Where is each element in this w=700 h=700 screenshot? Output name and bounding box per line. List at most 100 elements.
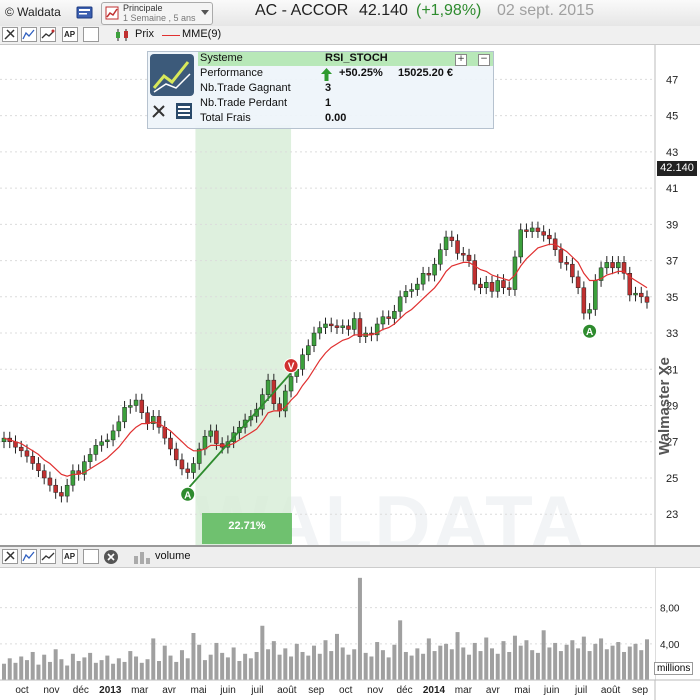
x-tick-label: avr (486, 685, 501, 696)
volume-bar (30, 651, 35, 680)
volume-bar (541, 630, 546, 680)
candle-body (409, 289, 414, 292)
candle-body (317, 327, 323, 334)
x-tick-label: déc (397, 685, 413, 696)
candle-body (311, 332, 317, 346)
volume-bar (501, 641, 506, 680)
candle-body (162, 426, 167, 439)
candle-body (478, 283, 483, 289)
y-tick-label: 25 (666, 473, 678, 485)
volume-bar (76, 661, 81, 680)
collapse-button[interactable]: − (478, 54, 490, 66)
candle-body (581, 287, 587, 314)
volume-bar (179, 650, 184, 680)
x-tick-label: nov (43, 685, 59, 696)
volume-bar (616, 642, 621, 680)
candle-body (30, 455, 35, 464)
candle-body (145, 412, 150, 424)
volume-bar (93, 662, 98, 680)
system-header-value: RSI_STOCH (325, 52, 388, 64)
vol-cursor-icon[interactable] (2, 549, 18, 564)
volume-bar (191, 632, 196, 680)
y-tick-label: 35 (666, 292, 678, 304)
candle-body (575, 276, 581, 289)
volume-bar (174, 661, 179, 680)
candle-body (110, 430, 116, 441)
volume-bar (507, 651, 512, 680)
total-fees-label: Total Frais (200, 112, 251, 124)
volume-bar (231, 647, 236, 680)
candle-body (501, 280, 506, 289)
volume-bar (283, 648, 288, 680)
list-icon[interactable] (175, 102, 193, 120)
candle-body (380, 316, 386, 325)
candle-body (403, 291, 409, 298)
losing-trades-value: 1 (325, 97, 332, 109)
y-tick-label: 47 (666, 74, 678, 86)
volume-bar (271, 641, 276, 680)
volume-bar (134, 656, 139, 680)
volume-bar (260, 625, 265, 680)
candle-body (472, 260, 478, 285)
candle-body (449, 236, 455, 241)
volume-bar (214, 642, 219, 680)
expand-button[interactable]: + (455, 54, 467, 66)
candle-body (59, 492, 64, 497)
close-icon[interactable] (103, 549, 119, 565)
volume-bar (346, 654, 351, 680)
volume-bar (438, 645, 443, 680)
x-tick-label: août (601, 685, 621, 696)
volume-bar (306, 655, 311, 680)
candle-body (392, 311, 397, 319)
candle-body (323, 323, 328, 328)
volume-bar (421, 653, 426, 680)
trade-performance-label: 22.71% (228, 520, 266, 532)
volume-bar (455, 632, 460, 680)
y-tick-label: 37 (666, 256, 678, 268)
vol-trend-icon[interactable] (40, 549, 56, 564)
volume-bar (248, 658, 253, 680)
volume-bar (128, 651, 133, 680)
volume-bar (639, 650, 644, 680)
walmaster-watermark: Walmaster Xe (656, 357, 673, 455)
candle-body (156, 416, 162, 428)
candle-body (99, 441, 104, 446)
buy-marker-2-label: A (586, 327, 593, 338)
tools-icon[interactable] (150, 102, 168, 120)
candle-body (357, 318, 363, 337)
y-tick-label: 45 (666, 111, 678, 123)
volume-bar (553, 642, 558, 680)
candle-body (639, 292, 644, 298)
volume-bar (478, 651, 483, 680)
volume-bar (461, 647, 466, 680)
volume-bar (489, 648, 494, 680)
volume-bar (633, 643, 638, 680)
volume-bar (254, 651, 259, 680)
x-tick-label: 2013 (99, 685, 122, 696)
candle-body (604, 262, 610, 269)
y-tick-label: 23 (666, 509, 678, 521)
volume-bar (99, 660, 104, 680)
candle-body (351, 318, 357, 330)
volume-bar (82, 657, 87, 680)
volume-bar (380, 650, 385, 680)
candle-body (306, 345, 311, 356)
candle-body (265, 379, 271, 395)
y-tick-label: 39 (666, 219, 678, 231)
candle-body (346, 325, 351, 330)
candle-body (340, 325, 345, 328)
volume-bar (47, 661, 52, 680)
x-tick-label: 2014 (423, 685, 446, 696)
volume-bar (518, 645, 523, 680)
volume-bar (243, 653, 248, 680)
vol-blank-icon[interactable] (83, 549, 99, 564)
volume-bar (111, 663, 116, 680)
volume-bar (409, 655, 414, 680)
candle-body (558, 249, 564, 263)
candle-body (415, 283, 420, 290)
vol-line-icon[interactable] (21, 549, 37, 564)
volume-bar (266, 649, 271, 680)
candle-body (300, 354, 305, 370)
vol-ap-icon[interactable]: AP (62, 549, 78, 564)
y-tick-label: 43 (666, 147, 678, 159)
